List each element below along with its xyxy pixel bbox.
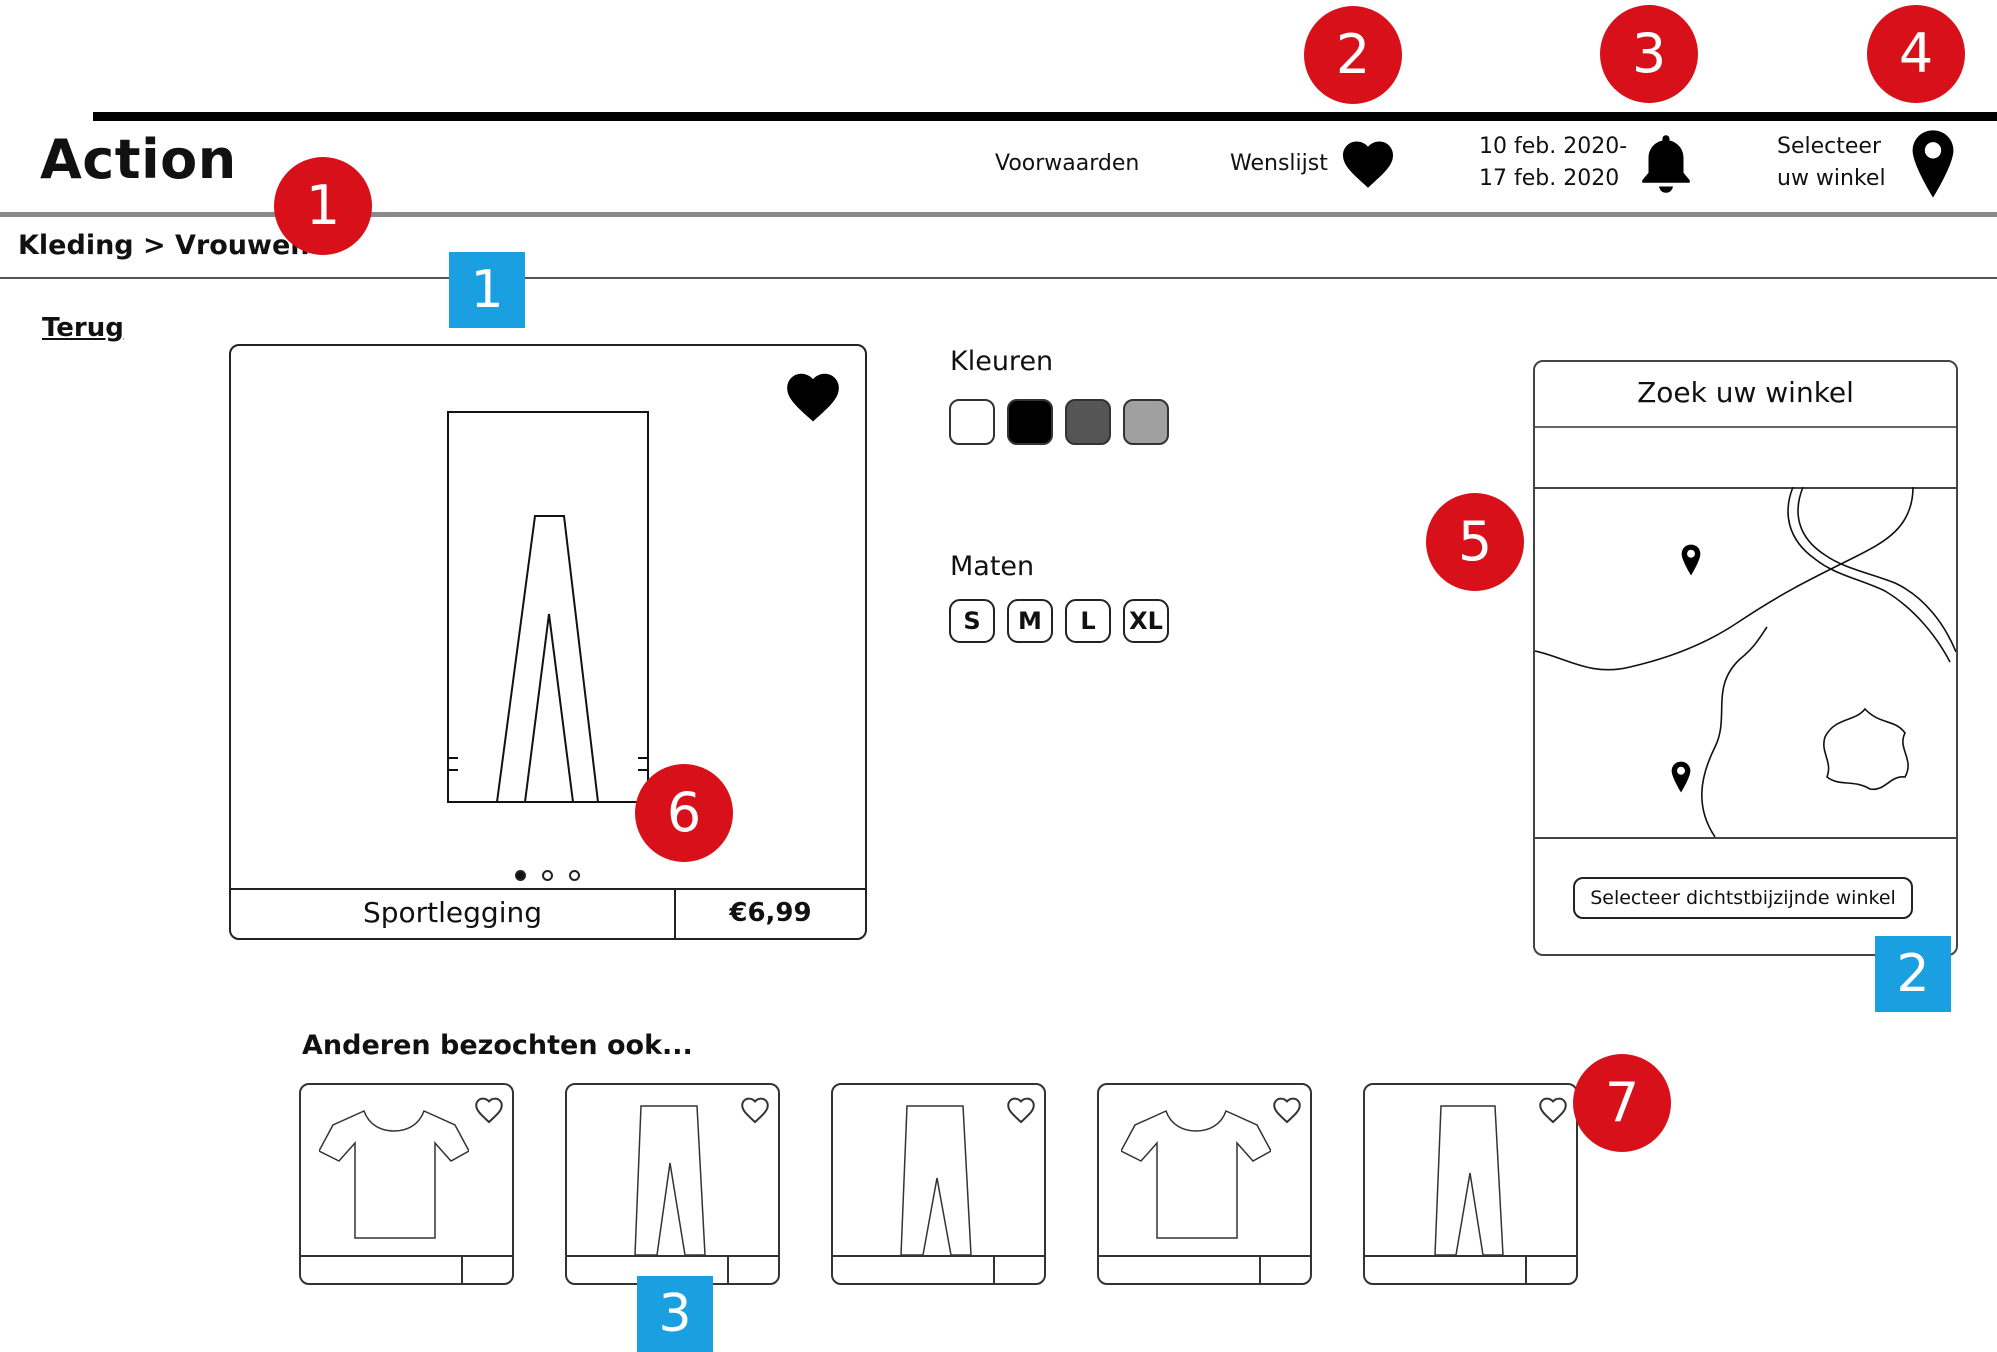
recommendation-footer: [301, 1255, 512, 1283]
sizes-label: Maten: [950, 551, 1035, 582]
store-finder-panel: Zoek uw winkel Selecteer dichtstbijzijnd…: [1533, 360, 1958, 956]
annotation-badge-red-2: 2: [1304, 6, 1402, 104]
color-swatch-white[interactable]: [949, 399, 995, 445]
recommendations-title: Anderen bezochten ook...: [302, 1030, 693, 1061]
favorite-heart-icon[interactable]: [781, 366, 845, 428]
divider: [1525, 1257, 1527, 1283]
color-swatch-light-gray[interactable]: [1123, 399, 1169, 445]
recommendation-card[interactable]: [565, 1083, 780, 1285]
pants-icon: [1434, 1105, 1504, 1256]
carousel-dot[interactable]: [569, 870, 580, 881]
breadcrumb-rule: [0, 277, 1997, 279]
color-swatch-dark-gray[interactable]: [1065, 399, 1111, 445]
bell-icon[interactable]: [1636, 130, 1696, 198]
color-swatch-black[interactable]: [1007, 399, 1053, 445]
map-pin-icon[interactable]: [1670, 760, 1692, 794]
recommendation-footer: [1099, 1255, 1310, 1283]
product-image: [447, 411, 649, 803]
heart-outline-icon[interactable]: [737, 1093, 773, 1127]
annotation-badge-blue-1: 1: [449, 252, 525, 328]
tshirt-icon: [319, 1109, 469, 1239]
heart-icon[interactable]: [1337, 134, 1399, 194]
store-search-input[interactable]: [1535, 426, 1956, 489]
select-store-line2[interactable]: uw winkel: [1777, 163, 1886, 195]
select-nearest-store-button[interactable]: Selecteer dichtstbijzijnde winkel: [1573, 877, 1913, 919]
annotation-badge-blue-3: 3: [637, 1276, 713, 1352]
size-button-xl[interactable]: XL: [1123, 599, 1169, 643]
divider: [727, 1257, 729, 1283]
annotation-badge-red-4: 4: [1867, 5, 1965, 103]
divider: [993, 1257, 995, 1283]
pants-icon: [900, 1105, 972, 1256]
divider: [1259, 1257, 1261, 1283]
location-pin-icon[interactable]: [1908, 128, 1958, 200]
recommendation-footer: [833, 1255, 1044, 1283]
pants-icon: [634, 1105, 706, 1256]
date-range-start: 10 feb. 2020-: [1479, 134, 1628, 159]
heart-outline-icon[interactable]: [471, 1093, 507, 1127]
annotation-badge-red-6: 6: [635, 764, 733, 862]
product-price: €6,99: [729, 898, 812, 928]
recommendation-card[interactable]: [831, 1083, 1046, 1285]
product-card: Sportlegging €6,99: [229, 344, 867, 940]
recommendation-footer: [1365, 1255, 1576, 1283]
product-footer: Sportlegging €6,99: [231, 888, 865, 938]
annotation-badge-red-1: 1: [274, 157, 372, 255]
size-button-l[interactable]: L: [1065, 599, 1111, 643]
terms-link[interactable]: Voorwaarden: [995, 148, 1139, 180]
divider: [461, 1257, 463, 1283]
logo[interactable]: Action: [40, 128, 237, 191]
recommendation-card[interactable]: [299, 1083, 514, 1285]
carousel-dot[interactable]: [542, 870, 553, 881]
annotation-badge-red-3: 3: [1600, 5, 1698, 103]
colors-label: Kleuren: [950, 346, 1054, 377]
recommendation-card[interactable]: [1097, 1083, 1312, 1285]
heart-outline-icon[interactable]: [1535, 1093, 1571, 1127]
date-range-end: 17 feb. 2020: [1479, 166, 1620, 191]
carousel-dot-active[interactable]: [515, 870, 526, 881]
recommendation-card[interactable]: [1363, 1083, 1578, 1285]
heart-outline-icon[interactable]: [1003, 1093, 1039, 1127]
annotation-badge-red-7: 7: [1573, 1054, 1671, 1152]
select-store-line1[interactable]: Selecteer: [1777, 131, 1881, 163]
annotation-badge-blue-2: 2: [1875, 936, 1951, 1012]
store-map[interactable]: [1535, 487, 1956, 839]
tshirt-icon: [1121, 1109, 1271, 1239]
size-button-s[interactable]: S: [949, 599, 995, 643]
breadcrumb[interactable]: Kleding > Vrouwen: [18, 230, 310, 261]
header-top-rule: [93, 112, 1997, 121]
back-link[interactable]: Terug: [42, 313, 124, 343]
map-pin-icon[interactable]: [1680, 543, 1702, 577]
product-name: Sportlegging: [362, 896, 543, 929]
wishlist-label[interactable]: Wenslijst: [1230, 148, 1328, 180]
size-button-m[interactable]: M: [1007, 599, 1053, 643]
heart-outline-icon[interactable]: [1269, 1093, 1305, 1127]
store-finder-title: Zoek uw winkel: [1535, 362, 1956, 428]
map-drawing: [1535, 487, 1956, 837]
annotation-badge-red-5: 5: [1426, 493, 1524, 591]
